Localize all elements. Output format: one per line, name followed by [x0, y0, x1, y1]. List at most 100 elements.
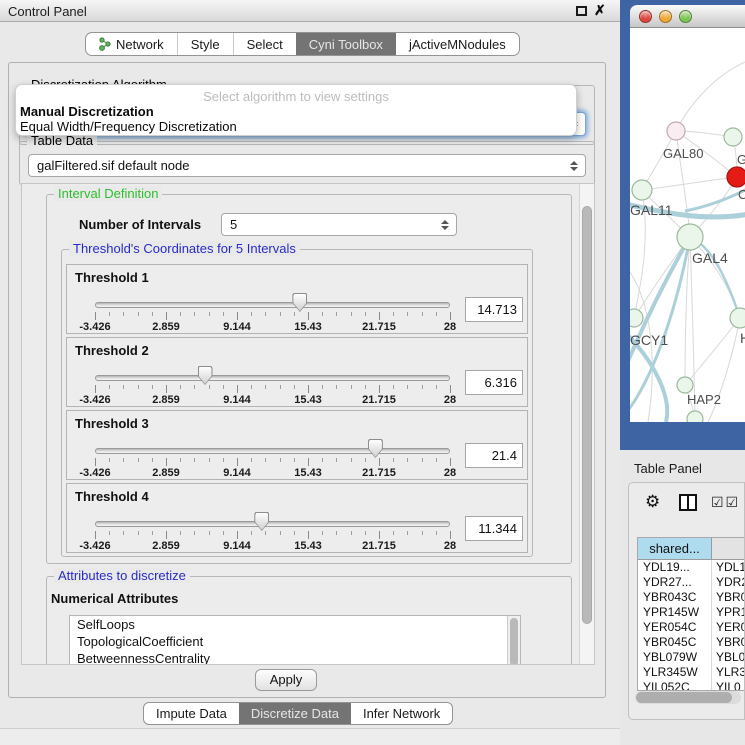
tab-style[interactable]: Style — [177, 33, 233, 55]
attribute-list-item[interactable]: TopologicalCoefficient — [70, 633, 520, 650]
split-columns-icon[interactable] — [679, 494, 697, 511]
network-node[interactable] — [632, 180, 652, 200]
float-window-icon[interactable] — [576, 6, 587, 16]
slider-thumb[interactable] — [368, 439, 383, 458]
table-row[interactable]: YBR045CYBR0 — [638, 635, 745, 650]
slider-tick-label: 28 — [444, 321, 456, 333]
network-node[interactable] — [727, 167, 745, 187]
slider-tick-label: 2.859 — [152, 540, 180, 552]
minimize-light[interactable] — [659, 10, 672, 23]
settings-scrollbar[interactable] — [579, 184, 594, 664]
table-cell[interactable]: YBR045C — [638, 635, 712, 650]
table-cell[interactable]: YBR0 — [712, 635, 745, 650]
close-icon[interactable]: ✗ — [594, 2, 606, 19]
close-light[interactable] — [639, 10, 652, 23]
tab-discretize-data[interactable]: Discretize Data — [239, 703, 351, 724]
threshold-value-field[interactable]: 14.713 — [465, 297, 523, 322]
network-node[interactable] — [730, 308, 745, 328]
slider-track[interactable] — [95, 375, 450, 381]
table-row[interactable]: YPR145WYPR1 — [638, 605, 745, 620]
table-hscrollbar[interactable] — [635, 691, 741, 704]
table-cell[interactable]: YER0 — [712, 620, 745, 635]
table-row[interactable]: YIL052CYIL0 — [638, 680, 745, 690]
numerical-attributes-list[interactable]: SelfLoopsTopologicalCoefficientBetweenne… — [69, 615, 521, 665]
slider-tick-label: -3.426 — [79, 540, 110, 552]
gear-icon[interactable]: ⚙ — [645, 492, 660, 512]
table-cell[interactable]: YDR27... — [638, 575, 712, 590]
table-hscrollbar-thumb[interactable] — [636, 692, 732, 703]
slider-tick — [123, 531, 124, 535]
table-cell[interactable]: YBL079W — [638, 650, 712, 665]
table-cell[interactable]: YDL1 — [712, 560, 745, 575]
network-node[interactable] — [677, 224, 703, 250]
threshold-label: Threshold 1 — [75, 270, 149, 285]
slider-tick — [280, 312, 281, 316]
tab-impute-data[interactable]: Impute Data — [144, 703, 239, 724]
tab-cyni-toolbox[interactable]: Cyni Toolbox — [296, 33, 396, 55]
table-cell[interactable]: YDL19... — [638, 560, 712, 575]
network-canvas[interactable]: GAL80GACGAL11GAL4GCY1HHAP2 — [630, 28, 745, 422]
tab-infer-network[interactable]: Infer Network — [351, 703, 452, 724]
threshold-value-field[interactable]: 6.316 — [465, 370, 523, 395]
network-node[interactable] — [677, 377, 693, 393]
threshold-value-field[interactable]: 11.344 — [465, 516, 523, 541]
attribute-list-item[interactable]: SelfLoops — [70, 616, 520, 633]
table-row[interactable]: YER054CYER0 — [638, 620, 745, 635]
table-row[interactable]: YDL19...YDL1 — [638, 560, 745, 575]
slider-track[interactable] — [95, 521, 450, 527]
table-row[interactable]: YLR345WYLR3 — [638, 665, 745, 680]
table-data-combo[interactable]: galFiltered.sif default node — [28, 154, 586, 177]
slider-track[interactable] — [95, 302, 450, 308]
threshold-value-field[interactable]: 21.4 — [465, 443, 523, 468]
table-row[interactable]: YBL079WYBL0 — [638, 650, 745, 665]
table-cell[interactable]: YIL052C — [638, 680, 712, 690]
list-scrollbar[interactable] — [507, 616, 520, 665]
combo-stepper-icon — [441, 220, 449, 230]
slider-tick — [450, 312, 451, 320]
slider-tick — [450, 385, 451, 393]
apply-button[interactable]: Apply — [255, 669, 317, 691]
column-header-shared-name[interactable]: shared... — [638, 538, 712, 559]
table-cell[interactable]: YPR1 — [712, 605, 745, 620]
table-cell[interactable]: YBL0 — [712, 650, 745, 665]
table-cell[interactable]: YPR145W — [638, 605, 712, 620]
slider-tick — [166, 458, 167, 466]
threshold-box: Threshold 3-3.4262.8599.14415.4321.71528… — [66, 410, 528, 480]
network-node[interactable] — [724, 128, 742, 146]
table-row[interactable]: YBR043CYBR0 — [638, 590, 745, 605]
tab-network[interactable]: Network — [86, 33, 177, 55]
threshold-box: Threshold 2-3.4262.8599.14415.4321.71528… — [66, 337, 528, 407]
column-header-name[interactable]: na — [712, 538, 745, 559]
popup-option-equal-width-frequency[interactable]: Equal Width/Frequency Discretization — [20, 119, 237, 134]
interval-definition-group: Interval Definition Number of Intervals … — [46, 194, 572, 564]
number-of-intervals-combo[interactable]: 5 — [221, 213, 457, 236]
table-cell[interactable]: YDR2 — [712, 575, 745, 590]
table-cell[interactable]: YIL0 — [712, 680, 745, 690]
network-node[interactable] — [667, 122, 685, 140]
slider-thumb[interactable] — [254, 512, 269, 531]
network-node[interactable] — [630, 309, 643, 327]
attribute-list-item[interactable]: BetweennessCentrality — [70, 650, 520, 665]
table-cell[interactable]: YLR3 — [712, 665, 745, 680]
table-cell[interactable]: YBR0 — [712, 590, 745, 605]
slider-thumb[interactable] — [292, 293, 307, 312]
network-node[interactable] — [687, 411, 703, 422]
slider-thumb[interactable] — [198, 366, 213, 385]
table-cell[interactable]: YER054C — [638, 620, 712, 635]
slider-tick — [180, 312, 181, 316]
thresholds-group-title: Threshold's Coordinates for 5 Intervals — [69, 241, 300, 256]
zoom-light[interactable] — [679, 10, 692, 23]
settings-scrollbar-thumb[interactable] — [582, 206, 592, 624]
slider-tick — [393, 385, 394, 389]
network-window-titlebar — [630, 5, 745, 28]
checkbox-columns-icon[interactable]: ☑☑ — [711, 494, 740, 511]
table-row[interactable]: YDR27...YDR2 — [638, 575, 745, 590]
slider-track[interactable] — [95, 448, 450, 454]
popup-option-manual-discretization[interactable]: Manual Discretization — [20, 104, 154, 119]
slider-tick — [436, 458, 437, 462]
table-cell[interactable]: YLR345W — [638, 665, 712, 680]
tab-select[interactable]: Select — [233, 33, 296, 55]
tab-jactivemnodules[interactable]: jActiveMNodules — [396, 33, 519, 55]
table-cell[interactable]: YBR043C — [638, 590, 712, 605]
list-scrollbar-thumb[interactable] — [510, 618, 518, 665]
